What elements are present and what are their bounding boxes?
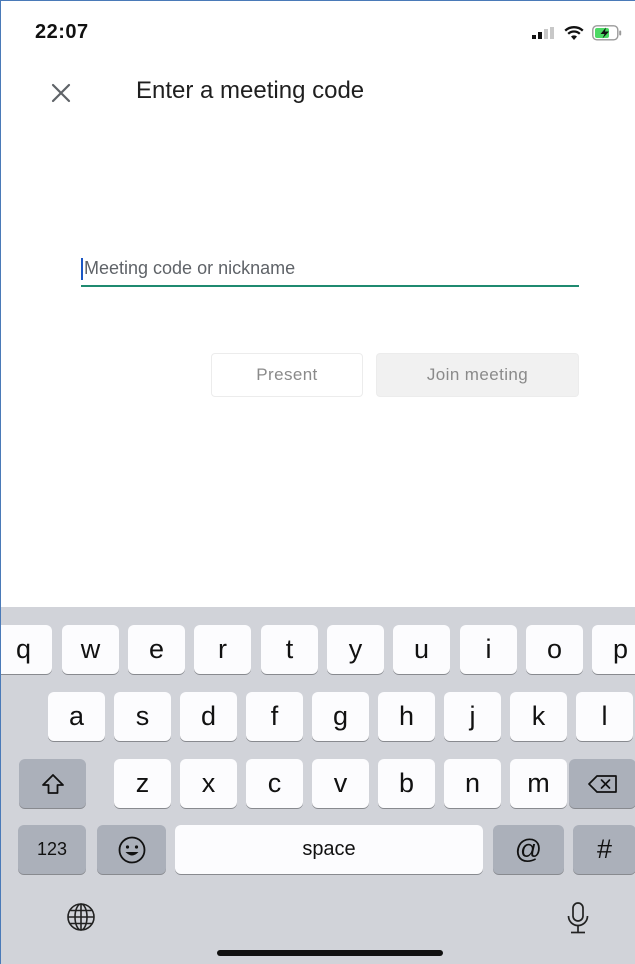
shift-icon	[41, 773, 64, 794]
key-u[interactable]: u	[393, 625, 450, 674]
numbers-key[interactable]: 123	[18, 825, 86, 874]
emoji-key[interactable]	[97, 825, 166, 874]
key-e[interactable]: e	[128, 625, 185, 674]
app-screen: 22:07 Enter a meeting code Meeting code …	[0, 0, 635, 964]
key-n[interactable]: n	[444, 759, 501, 808]
backspace-icon	[587, 774, 617, 793]
status-icons	[532, 25, 622, 41]
globe-icon	[67, 903, 95, 931]
shift-key[interactable]	[19, 759, 86, 808]
key-o[interactable]: o	[526, 625, 583, 674]
key-j[interactable]: j	[444, 692, 501, 741]
backspace-key[interactable]	[569, 759, 635, 808]
key-i[interactable]: i	[460, 625, 517, 674]
on-screen-keyboard: q w e r t y u i o p a s d f g h j k l z …	[1, 607, 635, 964]
key-k[interactable]: k	[510, 692, 567, 741]
key-b[interactable]: b	[378, 759, 435, 808]
key-w[interactable]: w	[62, 625, 119, 674]
dictation-button[interactable]	[558, 897, 598, 941]
key-d[interactable]: d	[180, 692, 237, 741]
key-s[interactable]: s	[114, 692, 171, 741]
space-key[interactable]: space	[175, 825, 483, 874]
close-button[interactable]	[45, 79, 77, 107]
globe-button[interactable]	[61, 897, 101, 937]
signal-icon	[532, 27, 554, 39]
key-r[interactable]: r	[194, 625, 251, 674]
key-l[interactable]: l	[576, 692, 633, 741]
key-t[interactable]: t	[261, 625, 318, 674]
home-indicator[interactable]	[217, 950, 443, 956]
hash-key[interactable]: #	[573, 825, 635, 874]
emoji-icon	[118, 836, 145, 863]
key-g[interactable]: g	[312, 692, 369, 741]
key-h[interactable]: h	[378, 692, 435, 741]
key-f[interactable]: f	[246, 692, 303, 741]
meeting-code-input[interactable]	[81, 253, 579, 283]
close-icon	[51, 83, 71, 103]
key-q[interactable]: q	[1, 625, 52, 674]
key-v[interactable]: v	[312, 759, 369, 808]
key-x[interactable]: x	[180, 759, 237, 808]
join-meeting-button[interactable]: Join meeting	[376, 353, 579, 397]
page-title: Enter a meeting code	[136, 77, 365, 104]
key-z[interactable]: z	[114, 759, 171, 808]
present-button[interactable]: Present	[211, 353, 363, 397]
key-c[interactable]: c	[246, 759, 303, 808]
microphone-icon	[567, 902, 589, 934]
meeting-code-field[interactable]	[81, 253, 579, 287]
status-time: 22:07	[35, 21, 89, 43]
at-key[interactable]: @	[493, 825, 564, 874]
wifi-icon	[564, 25, 584, 40]
key-y[interactable]: y	[327, 625, 384, 674]
key-m[interactable]: m	[510, 759, 567, 808]
battery-charging-icon	[592, 25, 622, 41]
status-bar: 22:07	[1, 1, 635, 61]
key-p[interactable]: p	[592, 625, 635, 674]
key-a[interactable]: a	[48, 692, 105, 741]
